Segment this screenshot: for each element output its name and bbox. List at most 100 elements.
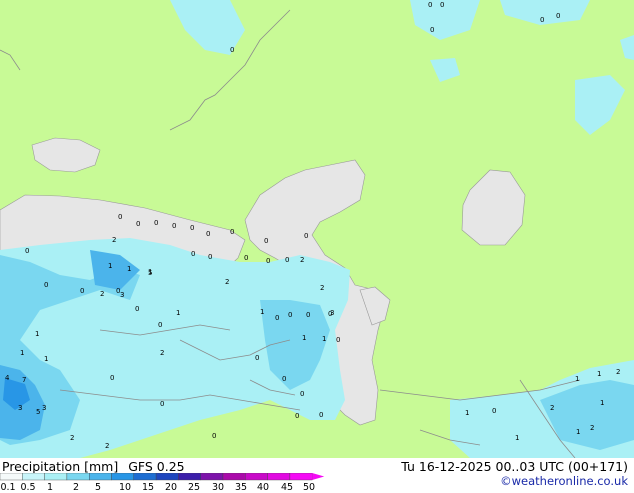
point-value: 0 <box>80 287 84 295</box>
colorbar-tick-label: 10 <box>118 482 132 493</box>
point-value: 0 <box>295 412 299 420</box>
product-name: Precipitation [mm] <box>2 459 119 474</box>
point-value: 0 <box>244 254 248 262</box>
point-value: 5 <box>36 408 40 416</box>
point-value: 0 <box>135 305 139 313</box>
point-value: 1 <box>322 335 326 343</box>
point-value: 3 <box>330 309 334 317</box>
colorbar-tick-label: 40 <box>256 482 270 493</box>
point-value: 0 <box>206 230 210 238</box>
colorbar-tick-label: 25 <box>187 482 201 493</box>
point-value: 0 <box>154 219 158 227</box>
colorbar-swatch <box>44 473 68 481</box>
colorbar-swatch <box>22 473 45 481</box>
point-value: 1 <box>260 308 264 316</box>
colorbar-tick-label: 0.5 <box>20 482 36 493</box>
aral-sea <box>461 169 526 246</box>
point-value: 0 <box>190 224 194 232</box>
point-value: 0 <box>172 222 176 230</box>
point-value: 0 <box>288 311 292 319</box>
point-value: 1 <box>597 370 601 378</box>
model-name: GFS 0.25 <box>128 459 185 474</box>
colorbar-arrow <box>312 473 325 480</box>
point-value: 1 <box>44 355 48 363</box>
colorbar-swatch <box>289 473 313 481</box>
point-value: 1 <box>575 375 579 383</box>
colorbar-swatch <box>178 473 201 481</box>
colorbar-tick-label: 1 <box>46 482 54 493</box>
point-value: 4 <box>5 374 10 382</box>
point-value: 0 <box>25 247 29 255</box>
colorbar-swatch <box>222 473 246 481</box>
point-value: 0 <box>44 281 48 289</box>
point-value: 0 <box>540 16 544 24</box>
point-value: 0 <box>230 46 234 54</box>
point-value: 0 <box>428 1 432 9</box>
colorbar-tick-label: 5 <box>94 482 102 493</box>
point-value: 0 <box>208 253 212 261</box>
point-value: 0 <box>275 314 279 322</box>
colorbar-tick-label: 2 <box>72 482 80 493</box>
point-value: 3 <box>42 404 46 412</box>
colorbar-tick-label: 35 <box>234 482 248 493</box>
colorbar-swatch <box>155 473 179 481</box>
point-value: 1 <box>108 262 112 270</box>
colorbar-swatch <box>66 473 90 481</box>
colorbar <box>0 473 325 481</box>
point-value: 0 <box>556 12 560 20</box>
point-value: 1 <box>576 428 580 436</box>
point-value: 0 <box>336 336 340 344</box>
colorbar-swatch <box>0 473 23 481</box>
point-value: 1 <box>127 265 131 273</box>
colorbar-tick-label: 15 <box>141 482 155 493</box>
point-value: 2 <box>70 434 74 442</box>
point-value: 2 <box>590 424 594 432</box>
colorbar-tick-label: 50 <box>302 482 316 493</box>
point-value: 2 <box>550 404 554 412</box>
point-value: 0 <box>319 411 323 419</box>
colorbar-tick-label: 0.1 <box>0 482 16 493</box>
colorbar-tick-label: 20 <box>164 482 178 493</box>
point-value: 0 <box>264 237 268 245</box>
point-value: 1 <box>35 330 39 338</box>
point-value: 0 <box>118 213 122 221</box>
colorbar-swatch <box>245 473 268 481</box>
point-value: 0 <box>266 257 270 265</box>
credit-link[interactable]: ©weatheronline.co.uk <box>500 474 628 488</box>
point-value: 1 <box>465 409 469 417</box>
map-canvas: 0 00 00000 0 0 00 0000 0 0 0 0000 0000 0 0 00000000000… <box>0 0 634 458</box>
point-value: 2 <box>225 278 229 286</box>
point-value: 2 <box>616 368 620 376</box>
point-value: 0 <box>230 228 234 236</box>
point-value: 5 <box>148 269 152 277</box>
product-title: Precipitation [mm] GFS 0.25 <box>2 459 185 474</box>
point-value: 1 <box>515 434 519 442</box>
point-value: 0 <box>158 321 162 329</box>
point-value: 0 <box>440 1 444 9</box>
colorbar-swatch <box>88 473 112 481</box>
point-value: 0 <box>160 400 164 408</box>
colorbar-tick-label: 45 <box>280 482 294 493</box>
point-value: 0 <box>136 220 140 228</box>
point-value: 0 <box>300 390 304 398</box>
colorbar-swatch <box>267 473 291 481</box>
point-value: 0 <box>191 250 195 258</box>
point-value: 1 <box>600 399 604 407</box>
point-value: 0 <box>304 232 308 240</box>
colorbar-swatch <box>200 473 224 481</box>
point-value: 3 <box>18 404 22 412</box>
point-value: 2 <box>105 442 109 450</box>
point-value: 0 <box>282 375 286 383</box>
point-value: 1 <box>176 309 180 317</box>
point-value: 7 <box>22 376 26 384</box>
point-value: 0 <box>306 311 310 319</box>
valid-time: Tu 16-12-2025 00..03 UTC (00+171) <box>401 459 628 474</box>
point-value: 1 <box>302 334 306 342</box>
point-value: 0 <box>285 256 289 264</box>
point-value: 2 <box>100 290 104 298</box>
precipitation-map: 0000000000000000000000000000000000000000… <box>0 0 634 458</box>
point-value: 0 <box>430 26 434 34</box>
point-value: 1 <box>20 349 24 357</box>
point-value: 0 <box>255 354 259 362</box>
point-value: 2 <box>300 256 304 264</box>
